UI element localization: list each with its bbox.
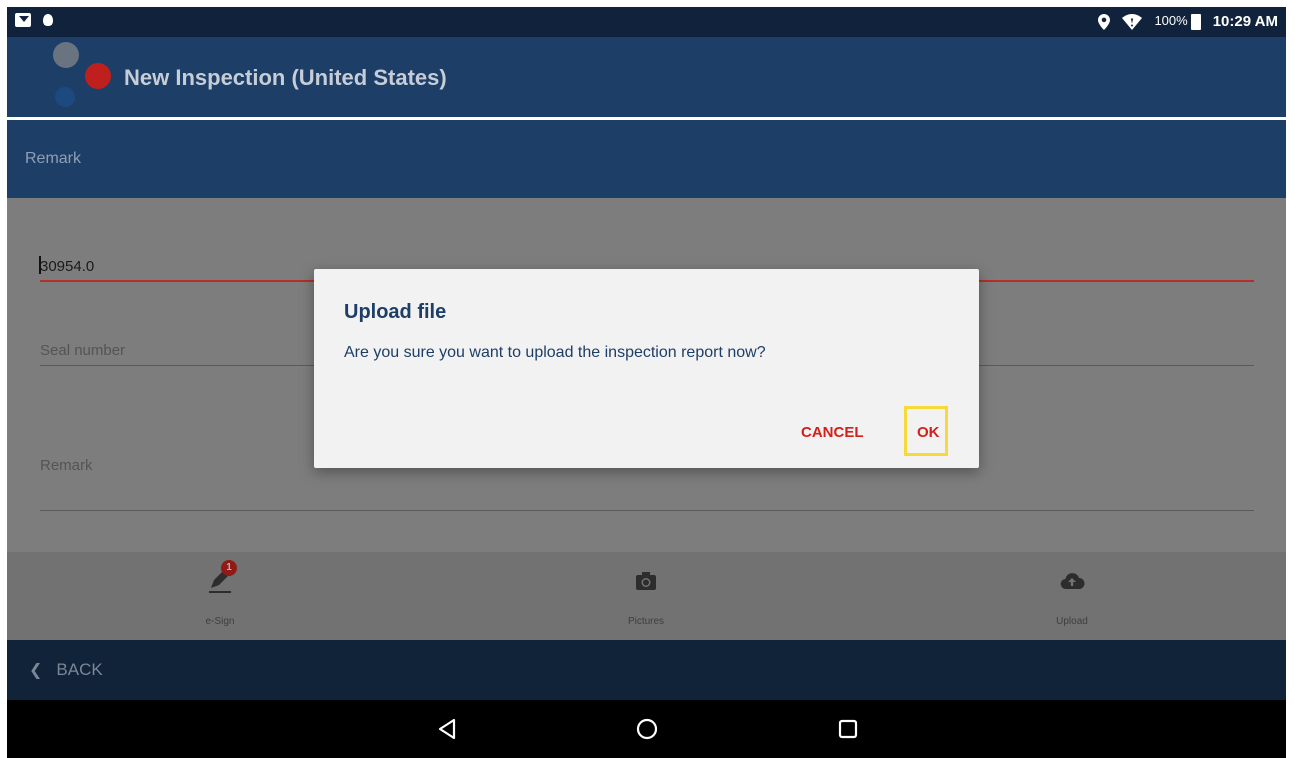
app-bar: New Inspection (United States) — [7, 37, 1286, 117]
home-circle-icon[interactable] — [635, 717, 659, 741]
dialog-message: Are you sure you want to upload the insp… — [344, 344, 766, 361]
seal-number-field[interactable]: Seal number — [40, 342, 125, 359]
nav-item-label: Upload — [1056, 616, 1088, 627]
cancel-button[interactable]: CANCEL — [801, 424, 864, 441]
battery-percent: 100% — [1154, 13, 1188, 29]
location-icon — [1098, 13, 1111, 30]
battery-icon — [1190, 13, 1201, 30]
system-nav-bar — [7, 700, 1286, 758]
status-right: 100% 10:29 AM — [1098, 13, 1278, 30]
status-bar: 100% 10:29 AM — [7, 7, 1286, 37]
notification-icon — [15, 13, 31, 27]
upload-dialog: Upload file Are you sure you want to upl… — [314, 269, 979, 468]
nav-item-pictures[interactable]: Pictures — [433, 552, 859, 640]
pen-icon: 1 — [207, 560, 237, 594]
e-sign-badge: 1 — [221, 560, 237, 576]
nav-item-label: e-Sign — [205, 616, 235, 627]
back-label: BACK — [56, 660, 103, 679]
wifi-icon — [1122, 13, 1143, 30]
nav-item-upload[interactable]: Upload — [859, 552, 1285, 640]
remark-field[interactable]: Remark — [40, 457, 93, 474]
section-header: Remark — [7, 120, 1286, 198]
chevron-left-icon: ❮ — [29, 662, 43, 679]
logo-red-circle — [85, 63, 111, 89]
back-triangle-icon[interactable] — [435, 717, 459, 741]
clock: 10:29 AM — [1212, 13, 1278, 30]
recents-square-icon[interactable] — [836, 717, 860, 741]
app-logo — [49, 42, 119, 112]
back-bar: ❮ BACK — [7, 640, 1286, 700]
battery-status: 100% — [1154, 13, 1201, 30]
remark-underline — [40, 510, 1254, 511]
nav-item-label: Pictures — [627, 616, 665, 627]
page-title: New Inspection (United States) — [124, 65, 447, 90]
ok-button[interactable]: OK — [917, 424, 940, 441]
back-button[interactable]: ❮ BACK — [29, 660, 103, 680]
ok-highlight: OK — [904, 406, 948, 456]
dialog-title: Upload file — [344, 301, 447, 323]
logo-blue-circle — [55, 87, 75, 107]
logo-grey-circle — [53, 42, 79, 68]
section-title: Remark — [25, 150, 82, 167]
camera-icon — [633, 568, 659, 594]
status-left — [15, 13, 53, 27]
cloud-upload-icon — [1059, 568, 1085, 594]
nav-item-e-sign[interactable]: 1 e-Sign — [7, 552, 433, 640]
value-input[interactable]: 30954.0 — [40, 258, 94, 275]
screen: 100% 10:29 AM New Inspection (United Sta… — [0, 0, 1295, 758]
bottom-nav: 1 e-Sign Pictures Upload — [7, 552, 1286, 640]
app-notification-icon — [43, 14, 53, 26]
